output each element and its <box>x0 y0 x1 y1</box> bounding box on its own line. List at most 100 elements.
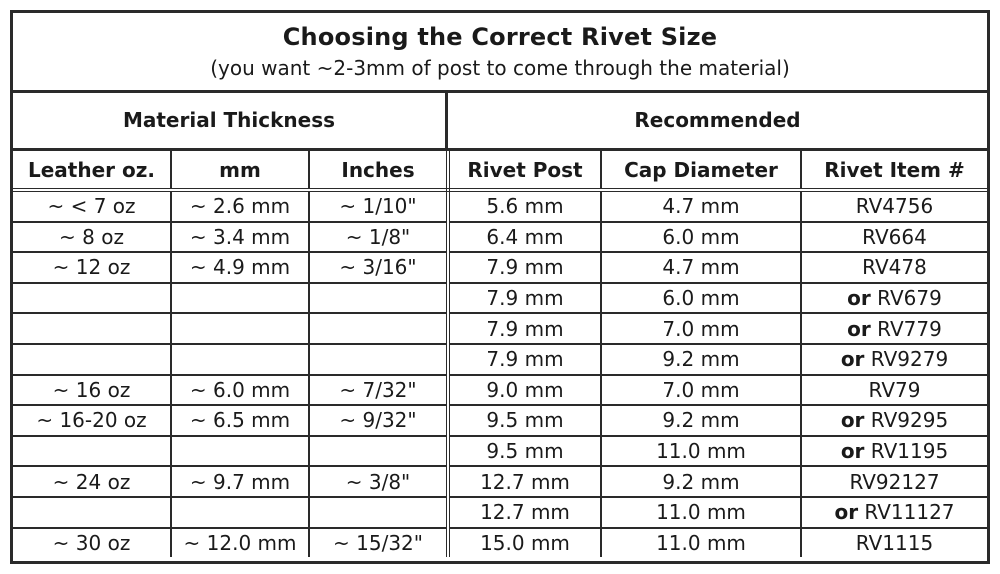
rivet-item-number: RV664 <box>862 224 927 249</box>
rivet-item-number: RV478 <box>862 255 927 280</box>
table-row: ~ 24 oz ~ 9.7 mm ~ 3/8" 12.7 mm 9.2 mm RV9212… <box>13 465 987 498</box>
cell-rivet-item: or RV779 <box>800 312 987 345</box>
cell-cap-diameter: 11.0 mm <box>600 434 802 468</box>
cell-mm: ~ 9.7 mm <box>170 465 310 498</box>
rivet-item-number: RV4756 <box>855 194 934 219</box>
cell-leather-oz <box>13 434 172 468</box>
cell-rivet-post: 9.5 mm <box>447 434 602 468</box>
cell-mm: ~ 3.4 mm <box>170 220 310 254</box>
cell-rivet-item: or RV9279 <box>800 342 987 376</box>
cell-leather-oz: ~ < 7 oz <box>13 189 172 223</box>
cell-inches: ~ 1/10" <box>308 189 450 223</box>
cell-mm <box>170 312 310 345</box>
cell-rivet-post: 7.9 mm <box>447 312 602 345</box>
table-row: 12.7 mm 11.0 mm or RV11127 <box>13 495 987 529</box>
cell-rivet-post: 7.9 mm <box>447 281 602 315</box>
cell-cap-diameter: 4.7 mm <box>600 189 802 223</box>
cell-cap-diameter: 6.0 mm <box>600 220 802 254</box>
cell-mm: ~ 6.5 mm <box>170 404 310 437</box>
cell-rivet-item: RV478 <box>800 251 987 284</box>
cell-rivet-post: 9.0 mm <box>447 373 602 407</box>
cell-rivet-item: RV92127 <box>800 465 987 498</box>
cell-cap-diameter: 9.2 mm <box>600 342 802 376</box>
cell-leather-oz <box>13 342 172 376</box>
rivet-item-number: RV11127 <box>864 500 955 525</box>
cell-rivet-item: RV664 <box>800 220 987 254</box>
table-row: 7.9 mm 7.0 mm or RV779 <box>13 312 987 345</box>
cell-mm: ~ 4.9 mm <box>170 251 310 284</box>
cell-cap-diameter: 9.2 mm <box>600 465 802 498</box>
rivet-item-number: RV79 <box>868 377 921 402</box>
table-row: 9.5 mm 11.0 mm or RV1195 <box>13 434 987 468</box>
table-row: ~ 30 oz ~ 12.0 mm ~ 15/32" 15.0 mm 11.0 mm RV… <box>13 526 987 558</box>
cell-inches: ~ 9/32" <box>308 404 450 437</box>
col-header-leather-oz: Leather oz. <box>13 151 172 192</box>
table-row: 7.9 mm 9.2 mm or RV9279 <box>13 342 987 376</box>
cell-cap-diameter: 7.0 mm <box>600 312 802 345</box>
cell-rivet-post: 9.5 mm <box>447 404 602 437</box>
cell-cap-diameter: 6.0 mm <box>600 281 802 315</box>
cell-inches: ~ 3/16" <box>308 251 450 284</box>
cell-leather-oz <box>13 281 172 315</box>
cell-mm <box>170 281 310 315</box>
title-band: Choosing the Correct Rivet Size (you wan… <box>13 13 987 93</box>
cell-rivet-post: 15.0 mm <box>447 526 602 558</box>
cell-cap-diameter: 11.0 mm <box>600 526 802 558</box>
cell-rivet-post: 7.9 mm <box>447 251 602 284</box>
rivet-item-number: RV679 <box>877 286 942 311</box>
rivet-item-number: RV1115 <box>855 530 934 555</box>
rivet-size-chart: Choosing the Correct Rivet Size (you wan… <box>10 10 990 564</box>
cell-rivet-item: or RV1195 <box>800 434 987 468</box>
cell-inches: ~ 7/32" <box>308 373 450 407</box>
cell-inches: ~ 3/8" <box>308 465 450 498</box>
cell-mm: ~ 12.0 mm <box>170 526 310 558</box>
section-recommended: Recommended <box>634 108 801 132</box>
cell-rivet-post: 7.9 mm <box>447 342 602 376</box>
cell-rivet-item: or RV9295 <box>800 404 987 437</box>
cell-leather-oz <box>13 495 172 529</box>
rivet-table: Leather oz. mm Inches Rivet Post Cap Dia… <box>13 151 987 558</box>
cell-rivet-item: or RV11127 <box>800 495 987 529</box>
cell-leather-oz <box>13 312 172 345</box>
cell-cap-diameter: 11.0 mm <box>600 495 802 529</box>
cell-rivet-post: 6.4 mm <box>447 220 602 254</box>
cell-leather-oz: ~ 16-20 oz <box>13 404 172 437</box>
col-header-cap-diameter: Cap Diameter <box>600 151 802 192</box>
rivet-item-number: RV779 <box>877 316 942 341</box>
column-header-row: Leather oz. mm Inches Rivet Post Cap Dia… <box>13 151 987 192</box>
col-header-rivet-post: Rivet Post <box>447 151 602 192</box>
table-row: ~ < 7 oz ~ 2.6 mm ~ 1/10" 5.6 mm 4.7 mm RV475… <box>13 189 987 223</box>
cell-cap-diameter: 9.2 mm <box>600 404 802 437</box>
cell-rivet-post: 12.7 mm <box>447 465 602 498</box>
cell-rivet-item: RV79 <box>800 373 987 407</box>
rivet-item-number: RV9295 <box>870 408 949 433</box>
or-label: or <box>834 500 859 525</box>
table-row: ~ 16 oz ~ 6.0 mm ~ 7/32" 9.0 mm 7.0 mm RV79 <box>13 373 987 407</box>
cell-mm <box>170 434 310 468</box>
cell-rivet-post: 12.7 mm <box>447 495 602 529</box>
cell-cap-diameter: 4.7 mm <box>600 251 802 284</box>
cell-leather-oz: ~ 30 oz <box>13 526 172 558</box>
cell-inches: ~ 15/32" <box>308 526 450 558</box>
cell-mm: ~ 2.6 mm <box>170 189 310 223</box>
cell-inches <box>308 281 450 315</box>
cell-inches: ~ 1/8" <box>308 220 450 254</box>
col-header-rivet-item: Rivet Item # <box>800 151 987 192</box>
section-material-thickness: Material Thickness <box>13 93 448 148</box>
rivet-item-number: RV9279 <box>870 347 949 372</box>
cell-inches <box>308 312 450 345</box>
rivet-item-number: RV92127 <box>849 469 940 494</box>
or-label: or <box>840 347 865 372</box>
or-label: or <box>847 286 871 311</box>
cell-rivet-item: or RV679 <box>800 281 987 315</box>
cell-mm <box>170 495 310 529</box>
cell-inches <box>308 342 450 376</box>
table-row: 7.9 mm 6.0 mm or RV679 <box>13 281 987 315</box>
cell-mm <box>170 342 310 376</box>
cell-rivet-post: 5.6 mm <box>447 189 602 223</box>
cell-leather-oz: ~ 12 oz <box>13 251 172 284</box>
section-header-row: Material Thickness Recommended <box>13 93 987 151</box>
table-row: ~ 12 oz ~ 4.9 mm ~ 3/16" 7.9 mm 4.7 mm RV478 <box>13 251 987 284</box>
col-header-mm: mm <box>170 151 310 192</box>
table-row: ~ 16-20 oz ~ 6.5 mm ~ 9/32" 9.5 mm 9.2 mm or … <box>13 404 987 437</box>
